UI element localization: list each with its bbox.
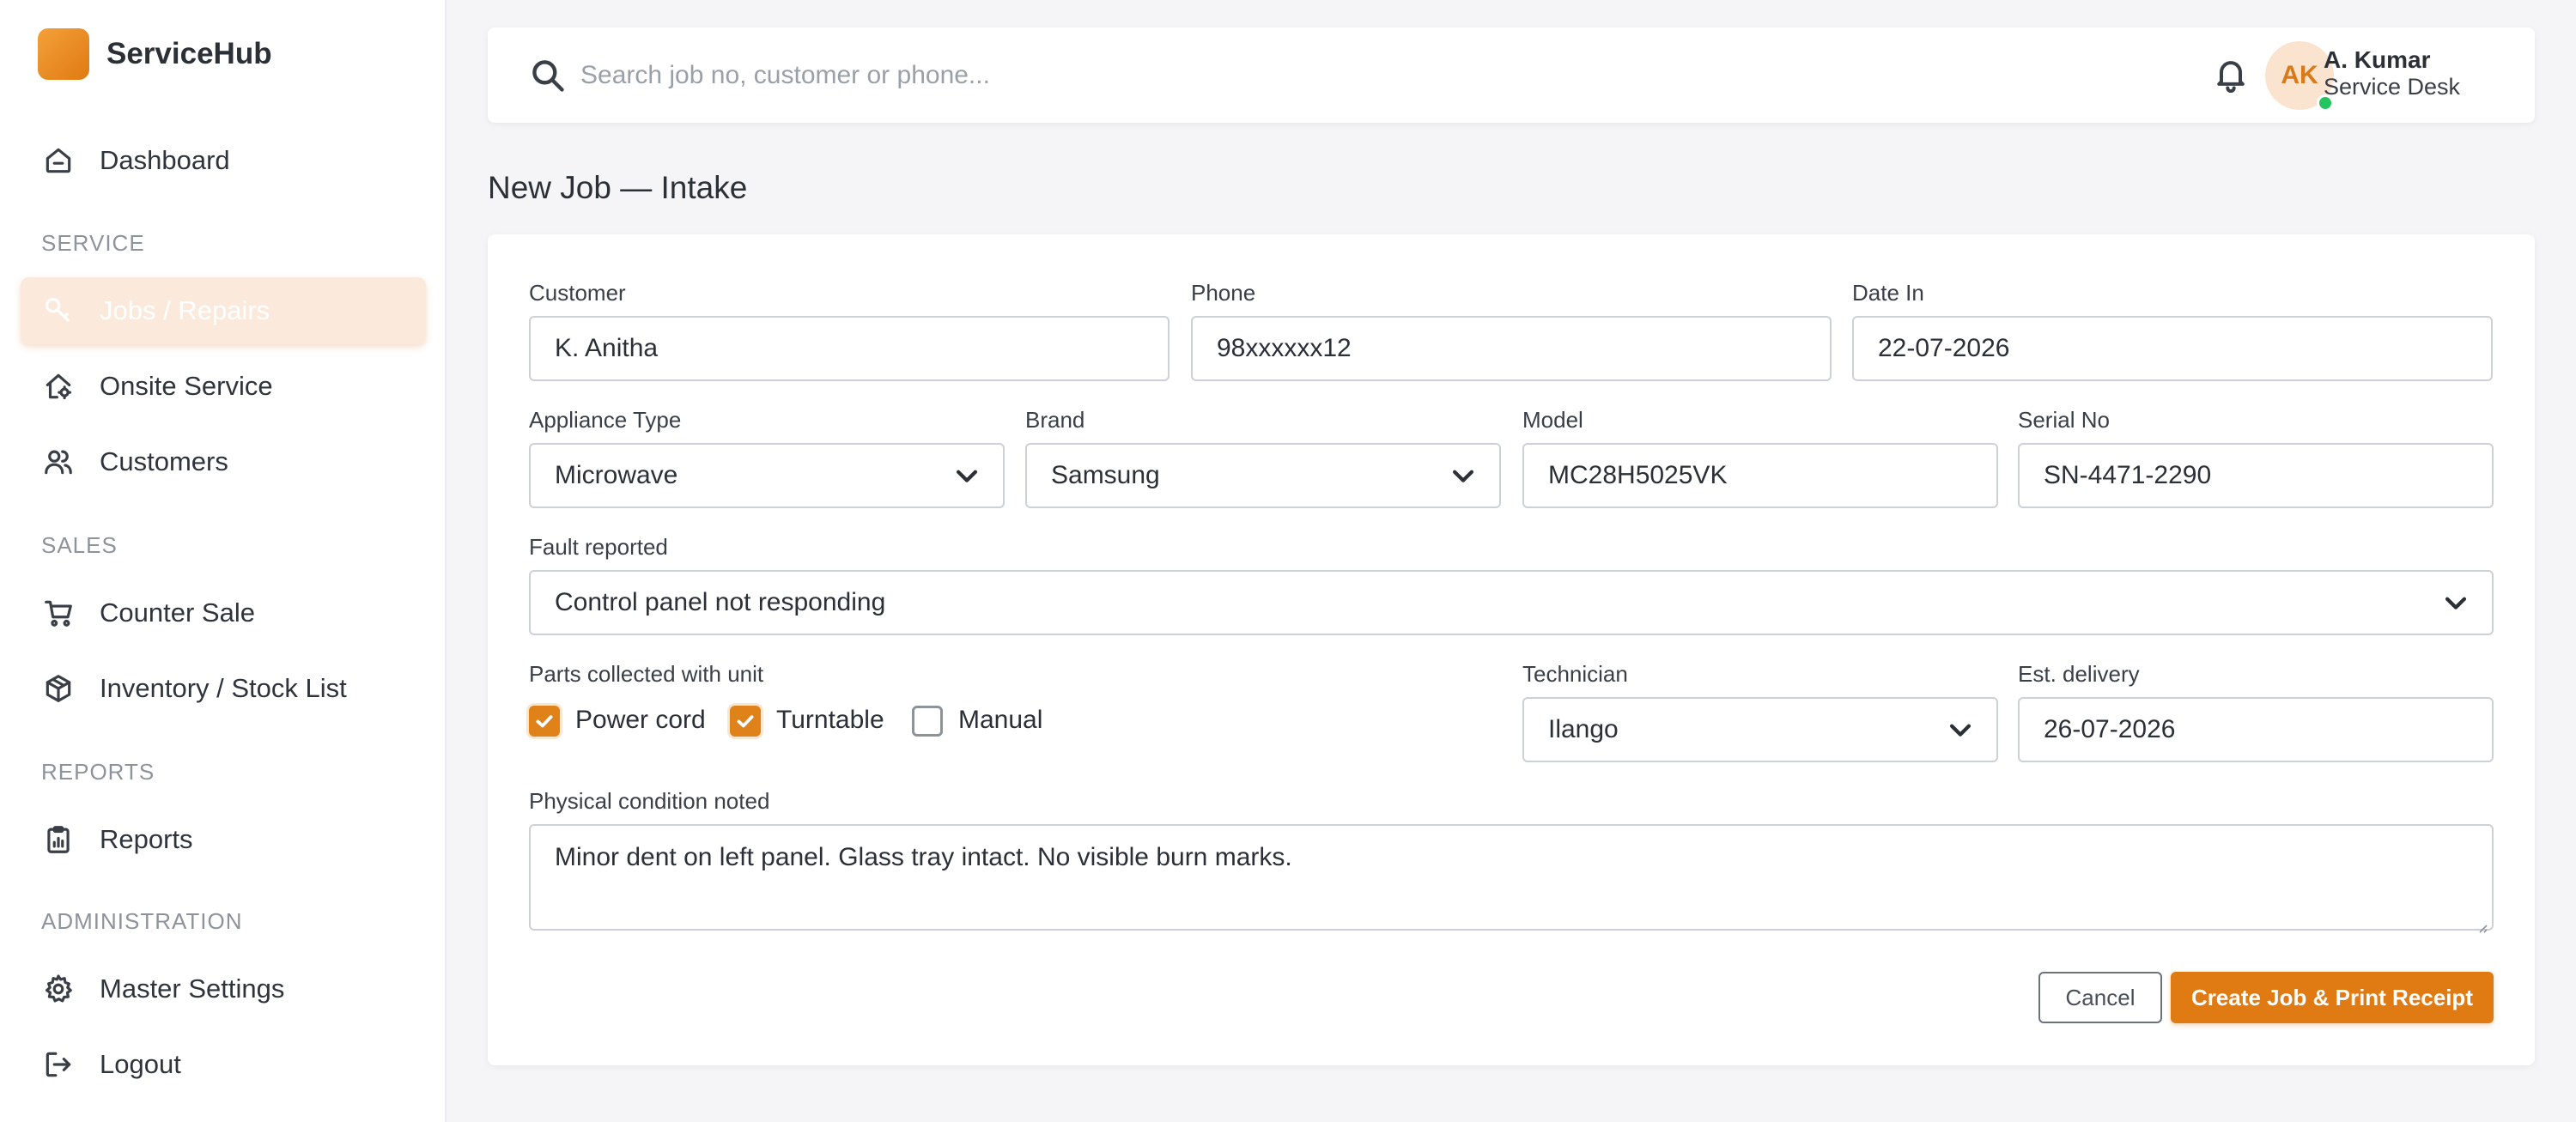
sidebar-item-master-settings[interactable]: Master Settings [21, 955, 426, 1022]
date-in-value: 22-07-2026 [1878, 334, 2010, 362]
brand-name: ServiceHub [106, 37, 272, 70]
parts-label: Parts collected with unit [529, 661, 764, 687]
date-in-field[interactable]: 22-07-2026 [1852, 316, 2493, 381]
model-value: MC28H5025VK [1548, 461, 1728, 489]
clipboard-chart-icon [41, 822, 76, 857]
sidebar-item-label: Onsite Service [100, 371, 273, 401]
logout-icon [41, 1047, 76, 1082]
brand[interactable]: ServiceHub [38, 28, 272, 80]
sidebar-item-jobs-repairs[interactable]: Jobs / Repairs [21, 277, 426, 344]
user-role: Service Desk [2324, 74, 2461, 100]
section-label-administration: ADMINISTRATION [41, 908, 243, 934]
sidebar-item-label: Counter Sale [100, 597, 255, 628]
sidebar-item-label: Dashboard [100, 145, 230, 175]
phone-value: 98xxxxxx12 [1217, 334, 1352, 362]
est-delivery-value: 26-07-2026 [2044, 715, 2176, 743]
section-label-service: SERVICE [41, 230, 145, 256]
phone-label: Phone [1191, 280, 1256, 306]
technician-value: Ilango [1548, 715, 1619, 743]
appliance-type-select[interactable]: Microwave [529, 443, 1005, 508]
section-label-sales: SALES [41, 532, 118, 558]
customer-field[interactable]: K. Anitha [529, 316, 1170, 381]
brand-label: Brand [1025, 407, 1085, 433]
chevron-down-icon [1935, 697, 1986, 762]
fault-label: Fault reported [529, 534, 668, 560]
sidebar-item-counter-sale[interactable]: Counter Sale [21, 579, 426, 646]
page-title: New Job — Intake [488, 170, 748, 205]
power-cord-label[interactable]: Power cord [575, 706, 706, 735]
customer-value: K. Anitha [555, 334, 659, 362]
sidebar: ServiceHub Dashboard SERVICE Jobs / Repa… [0, 0, 447, 1122]
condition-value: Minor dent on left panel. Glass tray int… [555, 843, 1292, 871]
sidebar-item-reports[interactable]: Reports [21, 806, 426, 873]
fault-select[interactable]: Control panel not responding [529, 570, 2494, 635]
condition-textarea[interactable]: Minor dent on left panel. Glass tray int… [529, 824, 2494, 933]
sidebar-item-label: Logout [100, 1049, 181, 1079]
cancel-button[interactable]: Cancel [2038, 972, 2162, 1023]
turntable-checkbox[interactable] [730, 706, 761, 737]
topbar: AK A. Kumar Service Desk [488, 27, 2535, 123]
sidebar-item-onsite-service[interactable]: Onsite Service [21, 353, 426, 420]
cart-icon [41, 596, 76, 630]
power-cord-checkbox[interactable] [529, 706, 560, 737]
date-in-label: Date In [1852, 280, 1924, 306]
check-icon [536, 715, 553, 728]
serial-no-label: Serial No [2018, 407, 2110, 433]
resize-grip-icon[interactable] [2475, 912, 2488, 933]
technician-select[interactable]: Ilango [1522, 697, 1998, 762]
turntable-label[interactable]: Turntable [776, 706, 884, 735]
appliance-type-value: Microwave [555, 461, 678, 489]
manual-label[interactable]: Manual [958, 706, 1042, 735]
users-icon [41, 445, 76, 479]
sidebar-item-dashboard[interactable]: Dashboard [21, 127, 426, 194]
manual-checkbox[interactable] [912, 706, 943, 737]
check-icon [737, 715, 754, 728]
search-input[interactable] [580, 50, 1697, 101]
technician-label: Technician [1522, 661, 1628, 687]
brand-logo [38, 28, 89, 80]
brand-select[interactable]: Samsung [1025, 443, 1501, 508]
create-job-print-receipt-button[interactable]: Create Job & Print Receipt [2171, 972, 2494, 1023]
chevron-down-icon [2430, 570, 2482, 635]
serial-no-field[interactable]: SN-4471-2290 [2018, 443, 2494, 508]
user-name: A. Kumar [2324, 46, 2431, 73]
brand-value: Samsung [1051, 461, 1160, 489]
sidebar-item-label: Customers [100, 446, 228, 476]
fault-value: Control panel not responding [555, 588, 886, 616]
section-label-reports: REPORTS [41, 759, 155, 785]
serial-no-value: SN-4471-2290 [2044, 461, 2212, 489]
sidebar-item-label: Jobs / Repairs [100, 295, 270, 325]
wrench-icon [41, 294, 76, 328]
sidebar-item-logout[interactable]: Logout [21, 1031, 426, 1098]
sidebar-item-label: Reports [100, 824, 193, 854]
customer-label: Customer [529, 280, 626, 306]
box-icon [41, 671, 76, 706]
est-delivery-label: Est. delivery [2018, 661, 2140, 687]
home-gear-icon [41, 369, 76, 403]
est-delivery-field[interactable]: 26-07-2026 [2018, 697, 2494, 762]
condition-label: Physical condition noted [529, 788, 770, 814]
sidebar-item-label: Master Settings [100, 973, 285, 1004]
chevron-down-icon [941, 443, 993, 508]
sidebar-item-label: Inventory / Stock List [100, 673, 347, 703]
chevron-down-icon [1437, 443, 1489, 508]
bell-icon[interactable] [2212, 55, 2250, 94]
model-label: Model [1522, 407, 1583, 433]
search-icon [529, 57, 567, 94]
sidebar-item-inventory[interactable]: Inventory / Stock List [21, 655, 426, 722]
sidebar-item-customers[interactable]: Customers [21, 428, 426, 495]
gear-icon [41, 972, 76, 1006]
home-icon [41, 143, 76, 178]
phone-field[interactable]: 98xxxxxx12 [1191, 316, 1832, 381]
appliance-type-label: Appliance Type [529, 407, 682, 433]
model-field[interactable]: MC28H5025VK [1522, 443, 1998, 508]
